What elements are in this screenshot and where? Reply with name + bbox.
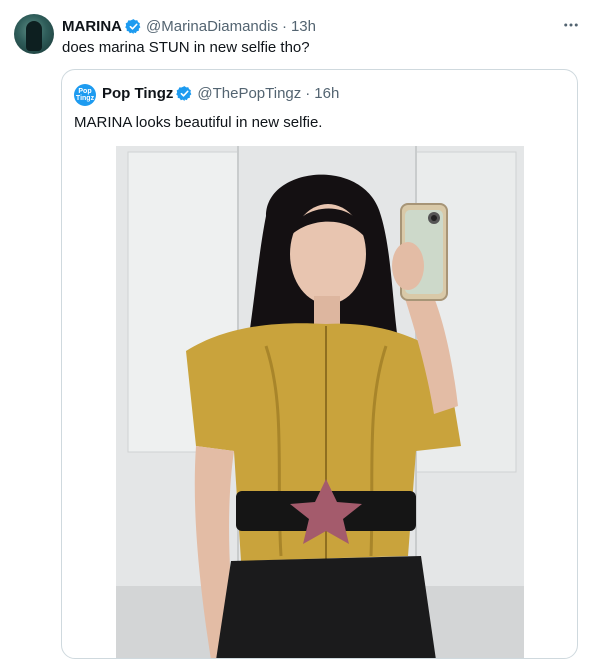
selfie-photo[interactable] (116, 146, 524, 658)
quoted-text: MARINA looks beautiful in new selfie. (74, 114, 323, 131)
quoted-author-handle[interactable]: @ThePopTingz (197, 85, 301, 102)
avatar[interactable] (14, 14, 54, 54)
quoted-header: Pop Tingz @ThePopTingz · 16h (102, 85, 339, 102)
more-horizontal-icon (564, 23, 578, 27)
tweet-header: MARINA @MarinaDiamandis · 13h (62, 16, 316, 36)
quoted-author-name[interactable]: Pop Tingz (102, 85, 173, 102)
tweet-timestamp[interactable]: 13h (291, 18, 316, 35)
author-handle[interactable]: @MarinaDiamandis (146, 18, 278, 35)
tweet-text: does marina STUN in new selfie tho? (62, 39, 310, 56)
quoted-timestamp[interactable]: 16h (314, 85, 339, 102)
more-options-button[interactable] (560, 14, 582, 36)
verified-badge-icon (125, 18, 141, 34)
quoted-tweet[interactable]: Pop Tingz Pop Tingz @ThePopTingz · 16h M… (61, 69, 578, 659)
verified-badge-icon (176, 86, 192, 101)
separator-dot: · (281, 17, 287, 35)
tweet[interactable]: MARINA @MarinaDiamandis · 13h does marin… (0, 0, 597, 664)
separator-dot: · (305, 85, 311, 102)
selfie-illustration (116, 146, 524, 658)
avatar-figure (26, 21, 42, 51)
author-name[interactable]: MARINA (62, 18, 122, 35)
quoted-avatar[interactable]: Pop Tingz (74, 84, 96, 106)
